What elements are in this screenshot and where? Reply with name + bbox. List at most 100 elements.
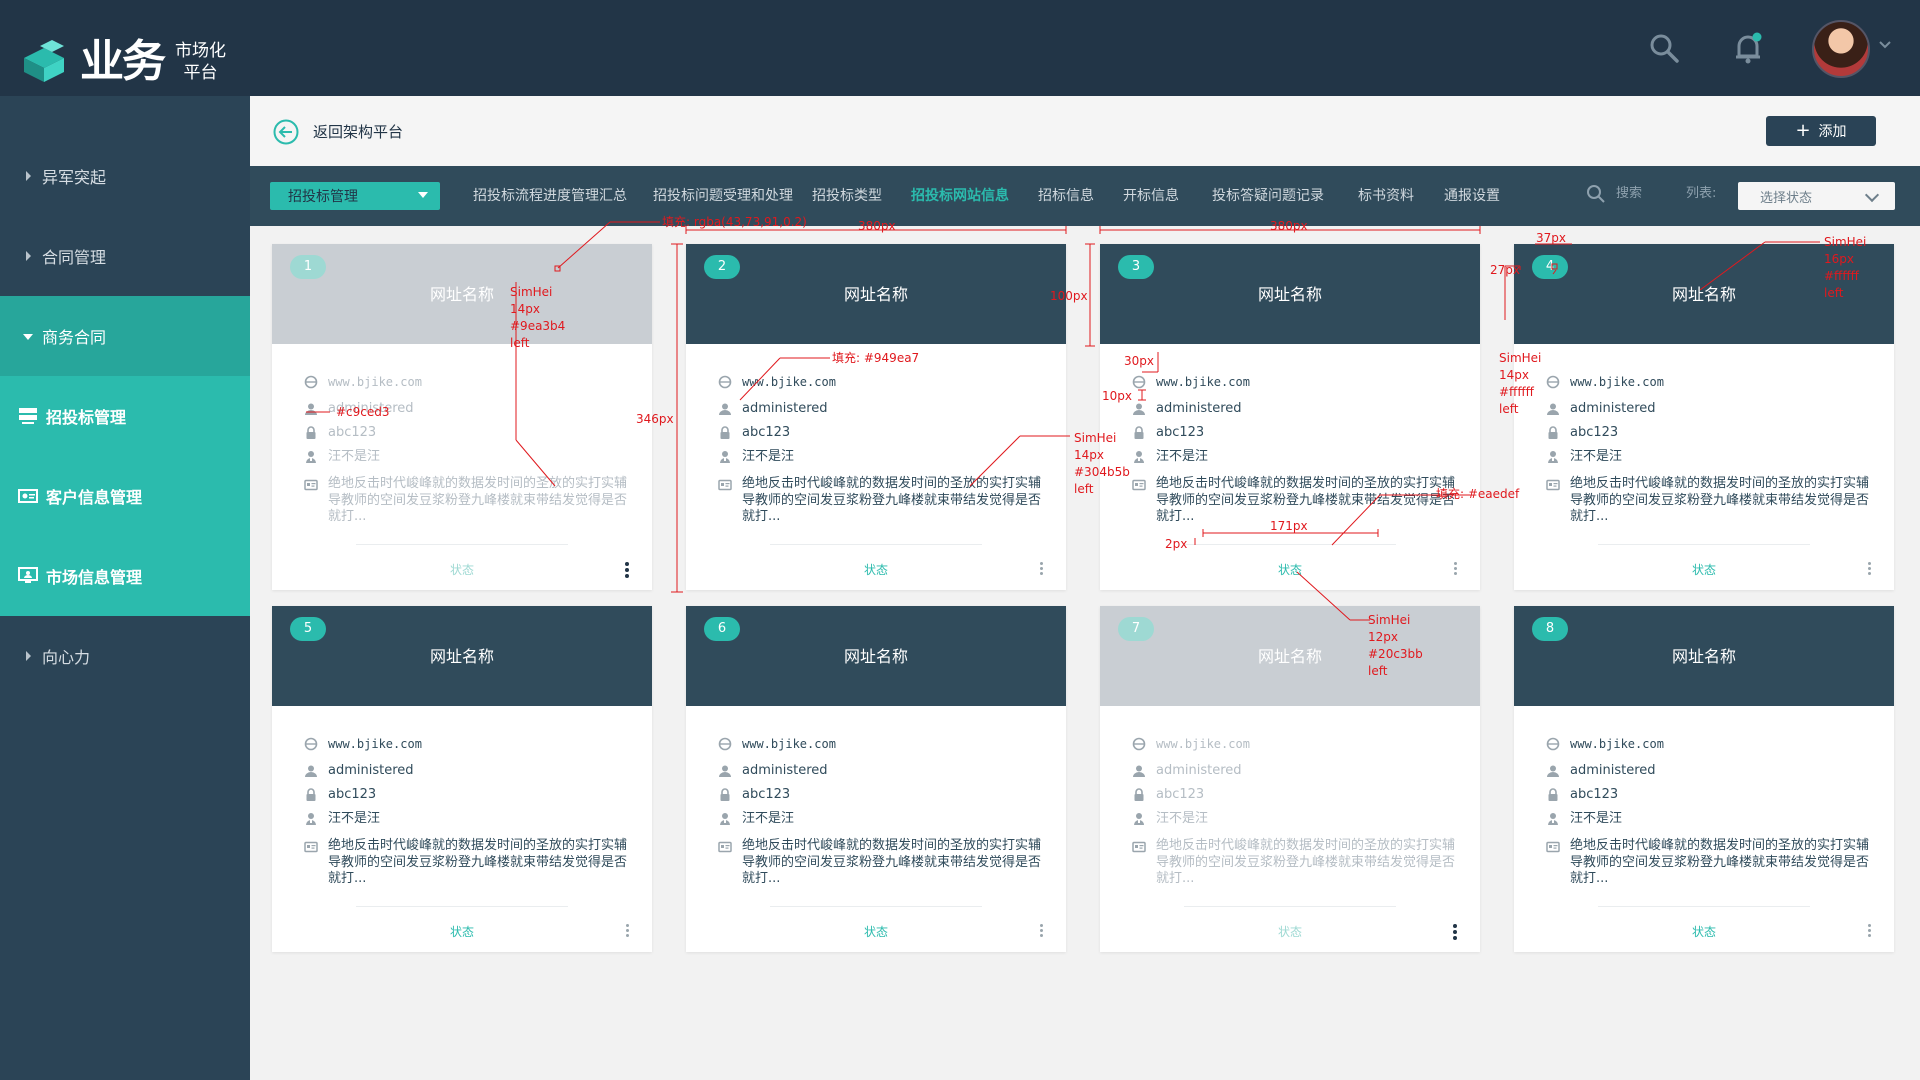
globe-icon (1546, 736, 1560, 751)
search-icon[interactable] (1586, 184, 1606, 204)
add-button-label: 添加 (1818, 124, 1847, 140)
tab-bid-website[interactable]: 招投标网站信息 (911, 182, 1009, 210)
tab-issue-handling[interactable]: 招投标问题受理和处理 (653, 182, 793, 210)
globe-icon (304, 374, 318, 389)
card-status[interactable]: 状态 (1514, 924, 1894, 940)
logo-sub-line1: 市场化 (175, 41, 226, 61)
tab-qa-records[interactable]: 投标答疑问题记录 (1212, 182, 1324, 210)
status-select[interactable]: 选择状态 (1738, 182, 1895, 210)
website-card[interactable]: 7 网址名称 www.bjike.com administered abc123 汪不是汪… (1100, 606, 1480, 952)
sidebar-item-yijun[interactable]: 异军突起 (0, 136, 250, 216)
card-password: abc123 (1570, 787, 1619, 802)
tab-notify-settings[interactable]: 通报设置 (1444, 182, 1500, 210)
more-vertical-icon[interactable] (624, 560, 630, 578)
more-vertical-icon[interactable] (624, 922, 630, 940)
chevron-down-icon[interactable] (1878, 38, 1892, 52)
tab-bid-info[interactable]: 招标信息 (1038, 182, 1094, 210)
website-card[interactable]: 2 网址名称 www.bjike.com administered abc123 汪不是汪… (686, 244, 1066, 590)
back-arrow-icon[interactable] (273, 119, 299, 145)
card-number-badge: 7 (1118, 617, 1154, 641)
back-link[interactable]: 返回架构平台 (313, 120, 403, 144)
card-url[interactable]: www.bjike.com (742, 374, 836, 390)
card-desc-icon (718, 477, 732, 491)
avatar[interactable] (1812, 20, 1870, 78)
card-url[interactable]: www.bjike.com (1156, 736, 1250, 752)
card-contact: 汪不是汪 (328, 811, 381, 826)
lock-icon (718, 425, 732, 439)
card-desc-icon (1546, 839, 1560, 853)
card-status[interactable]: 状态 (1514, 562, 1894, 578)
card-status[interactable]: 状态 (686, 924, 1066, 940)
more-vertical-icon[interactable] (1038, 560, 1044, 578)
website-card[interactable]: 1 网址名称 www.bjike.com administered abc123 汪不是汪… (272, 244, 652, 590)
sidebar-subitem-bidding[interactable]: 招投标管理 (0, 376, 250, 456)
card-url[interactable]: www.bjike.com (328, 736, 422, 752)
card-header: 8 网址名称 (1514, 606, 1894, 706)
more-vertical-icon[interactable] (1038, 922, 1044, 940)
sidebar-subitem-market[interactable]: 市场信息管理 (0, 536, 250, 616)
card-status[interactable]: 状态 (272, 562, 652, 578)
sidebar-item-business-contract[interactable]: 商务合同 (0, 296, 250, 376)
tab-bid-type[interactable]: 招投标类型 (812, 182, 882, 210)
annotation-font-white16: SimHei 16px #ffffff left (1824, 235, 1867, 300)
globe-icon (304, 736, 318, 751)
person-icon (304, 449, 318, 463)
app-logo[interactable]: 业务 市场化 平台 (20, 32, 250, 92)
tab-opening-info[interactable]: 开标信息 (1123, 182, 1179, 210)
more-vertical-icon[interactable] (1452, 922, 1458, 940)
card-url[interactable]: www.bjike.com (1570, 736, 1664, 752)
card-number-badge: 3 (1118, 255, 1154, 279)
card-divider (770, 906, 982, 907)
sidebar-item-label: 市场信息管理 (46, 568, 143, 587)
card-url[interactable]: www.bjike.com (1570, 374, 1664, 390)
more-vertical-icon[interactable] (1866, 922, 1872, 940)
website-card[interactable]: 3 网址名称 www.bjike.com administered abc123 汪不是汪… (1100, 244, 1480, 590)
tab-tender-docs[interactable]: 标书资料 (1358, 182, 1414, 210)
card-username: administered (1156, 401, 1242, 416)
sidebar-subitem-customer[interactable]: 客户信息管理 (0, 456, 250, 536)
card-desc-icon (1132, 839, 1146, 853)
user-icon (718, 763, 732, 777)
website-card[interactable]: 5 网址名称 www.bjike.com administered abc123 汪不是汪… (272, 606, 652, 952)
annotation-font-white14: SimHei 14px #ffffff left (1499, 351, 1542, 416)
card-password: abc123 (1156, 425, 1205, 440)
bell-icon[interactable] (1730, 30, 1766, 66)
sidebar-item-label: 异军突起 (42, 168, 107, 187)
card-password: abc123 (328, 787, 377, 802)
card-url[interactable]: www.bjike.com (328, 374, 422, 390)
card-header: 6 网址名称 (686, 606, 1066, 706)
search-icon[interactable] (1646, 30, 1682, 66)
card-description: 绝地反击时代峻峰就的数据发时间的圣放的实打实辅导教师的空间发豆浆粉登九峰楼就束带… (1570, 476, 1870, 524)
id-card-icon (18, 489, 38, 503)
card-status[interactable]: 状态 (686, 562, 1066, 578)
breadcrumb-bar (250, 96, 1920, 166)
more-vertical-icon[interactable] (1452, 560, 1458, 578)
card-description: 绝地反击时代峻峰就的数据发时间的圣放的实打实辅导教师的空间发豆浆粉登九峰楼就束带… (1570, 838, 1870, 886)
logo-main-text: 业务 (80, 36, 166, 87)
card-password: abc123 (742, 787, 791, 802)
card-status[interactable]: 状态 (1100, 562, 1480, 578)
sidebar-item-label: 客户信息管理 (46, 488, 143, 507)
add-button[interactable]: + 添加 (1766, 116, 1876, 146)
card-username: administered (1156, 763, 1242, 778)
card-url[interactable]: www.bjike.com (742, 736, 836, 752)
card-username: administered (742, 763, 828, 778)
person-icon (1132, 811, 1146, 825)
more-vertical-icon[interactable] (1866, 560, 1872, 578)
sidebar-item-contract[interactable]: 合同管理 (0, 216, 250, 296)
tab-progress-summary[interactable]: 招投标流程进度管理汇总 (473, 182, 627, 210)
globe-icon (1132, 736, 1146, 751)
module-dropdown[interactable]: 招投标管理 (270, 182, 440, 210)
website-card[interactable]: 8 网址名称 www.bjike.com administered abc123 汪不是汪… (1514, 606, 1894, 952)
card-status[interactable]: 状态 (1100, 924, 1480, 940)
annotation-width-380b: 380px (1270, 219, 1308, 233)
lock-icon (1546, 787, 1560, 801)
card-status[interactable]: 状态 (272, 924, 652, 940)
card-contact: 汪不是汪 (1570, 811, 1623, 826)
card-contact: 汪不是汪 (1156, 449, 1209, 464)
card-url[interactable]: www.bjike.com (1156, 374, 1250, 390)
search-label[interactable]: 搜索 (1616, 184, 1642, 204)
sidebar-item-xiangxinli[interactable]: 向心力 (0, 616, 250, 696)
website-card[interactable]: 6 网址名称 www.bjike.com administered abc123 汪不是汪… (686, 606, 1066, 952)
person-icon (1546, 449, 1560, 463)
